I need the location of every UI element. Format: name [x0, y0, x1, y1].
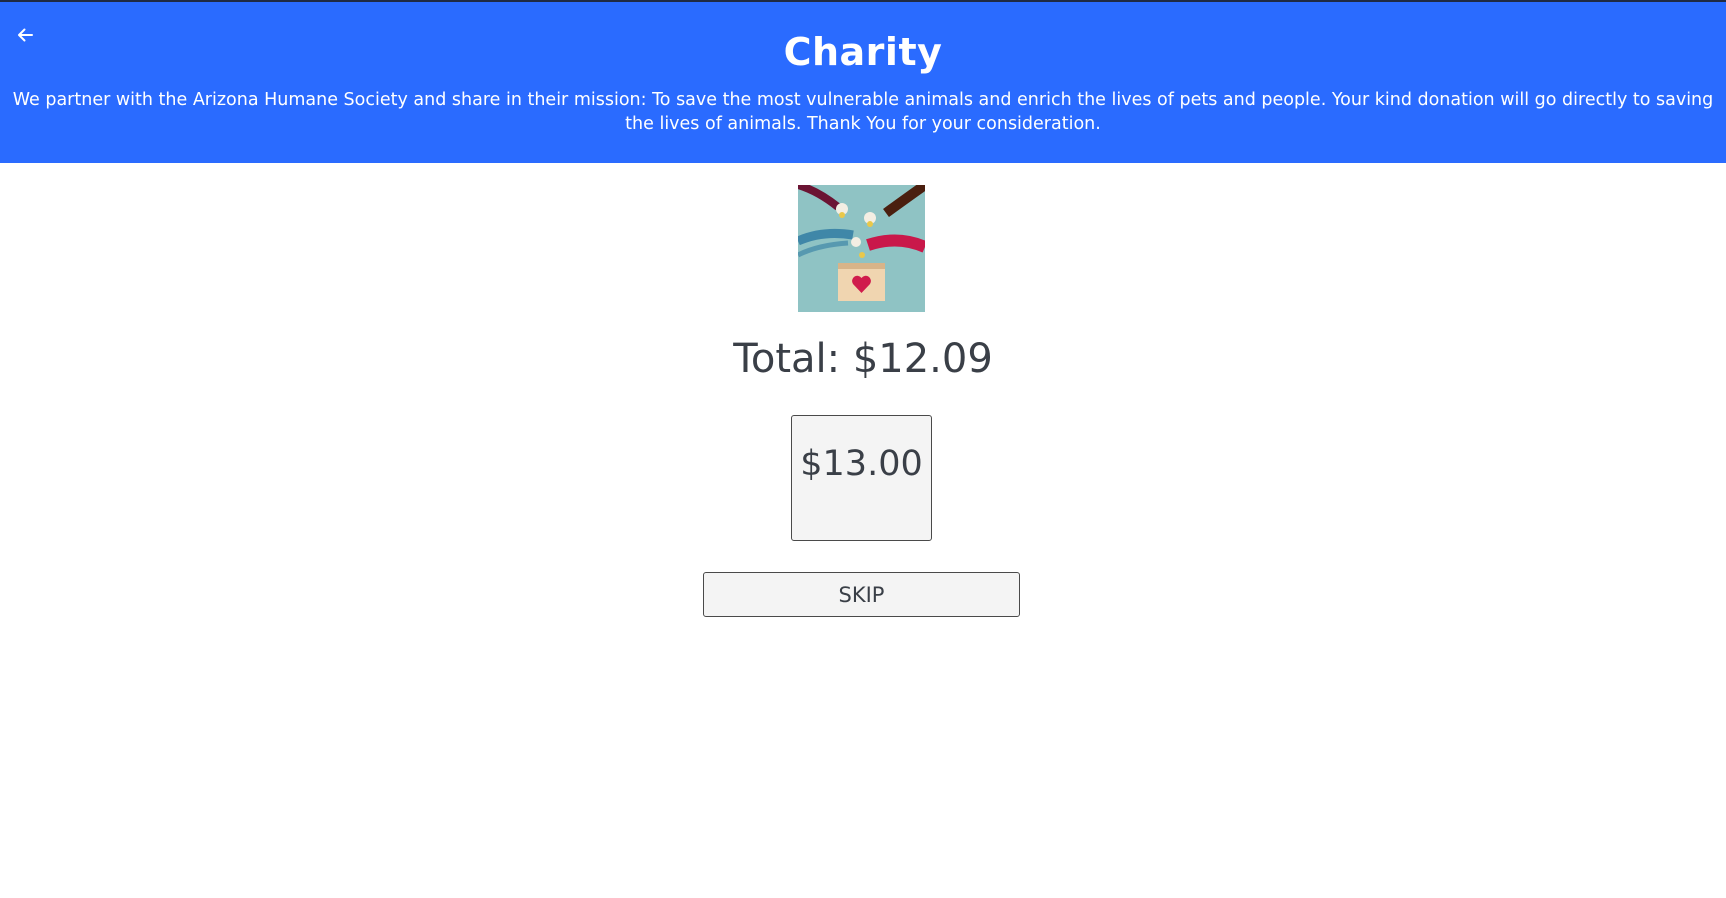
page-title: Charity: [783, 30, 943, 74]
total-amount: Total: $12.09: [733, 336, 993, 382]
charity-description: We partner with the Arizona Humane Socie…: [12, 90, 1714, 134]
donation-amount-button[interactable]: $13.00: [791, 415, 932, 541]
skip-button[interactable]: SKIP: [703, 572, 1020, 617]
donation-box-illustration: [798, 185, 925, 312]
charity-header: Charity We partner with the Arizona Huma…: [0, 2, 1726, 163]
